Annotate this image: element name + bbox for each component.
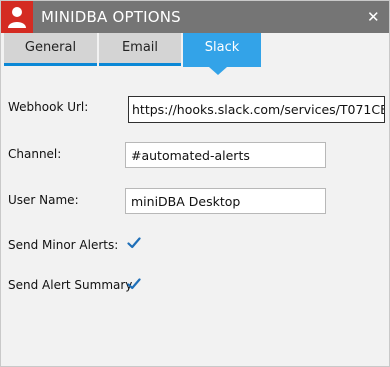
webhook-url-input[interactable]: https://hooks.slack.com/services/T071CBK…: [128, 96, 385, 123]
send-alert-summary-label: Send Alert Summary: [8, 278, 133, 292]
channel-label: Channel:: [8, 147, 62, 161]
check-icon: [127, 237, 141, 249]
close-icon[interactable]: ✕: [367, 8, 380, 26]
send-minor-alerts-label: Send Minor Alerts:: [8, 238, 119, 252]
tab-slack[interactable]: Slack: [183, 33, 261, 67]
user-name-label: User Name:: [8, 193, 79, 207]
active-tab-indicator: [209, 67, 227, 75]
tab-email[interactable]: Email: [99, 33, 181, 66]
tab-general[interactable]: General: [4, 33, 97, 66]
send-minor-alerts-checkbox[interactable]: [126, 235, 142, 251]
user-icon: [1, 1, 33, 33]
tab-bar: General Email Slack: [1, 33, 389, 67]
webhook-url-label: Webhook Url:: [8, 100, 89, 114]
channel-input[interactable]: #automated-alerts: [125, 142, 326, 168]
window-title: MINIDBA OPTIONS: [41, 8, 181, 26]
user-name-input[interactable]: miniDBA Desktop: [125, 188, 326, 214]
options-window: MINIDBA OPTIONS ✕ General Email Slack We…: [0, 0, 390, 367]
send-alert-summary-checkbox[interactable]: [126, 276, 142, 292]
check-icon: [127, 278, 141, 290]
title-bar: MINIDBA OPTIONS ✕: [1, 1, 389, 33]
